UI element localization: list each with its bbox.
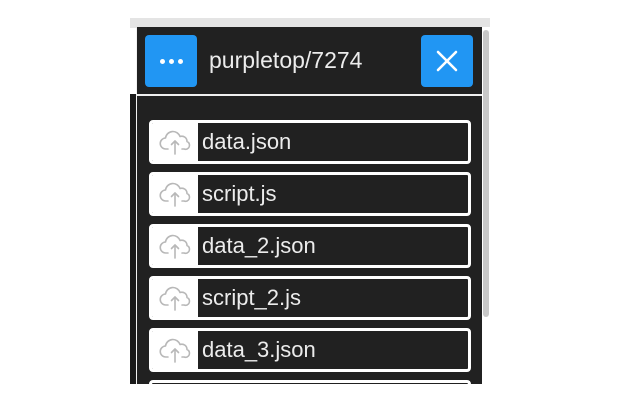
file-upload-button[interactable] — [152, 279, 198, 317]
cloud-upload-icon — [159, 286, 191, 311]
cloud-upload-icon — [159, 234, 191, 259]
file-list: data.json script.js data_2.json script_2.js… — [149, 120, 471, 384]
file-name: script_2.js — [202, 285, 302, 310]
panel-header: purpletop/7274 — [137, 27, 482, 95]
file-item[interactable]: data_3.json — [149, 328, 471, 372]
file-item[interactable]: script.js — [149, 172, 471, 216]
close-button[interactable] — [421, 35, 473, 87]
more-horizontal-icon — [159, 58, 183, 64]
cloud-upload-icon — [159, 130, 191, 155]
screenshot-stage: purpletop/7274 data.json script.js data_2.… — [0, 0, 640, 400]
background-page-dark-edge — [130, 94, 136, 384]
file-upload-button[interactable] — [152, 175, 198, 213]
file-name: script.js — [202, 181, 277, 206]
background-page-edge — [130, 28, 136, 94]
header-divider — [137, 94, 482, 96]
close-icon — [436, 50, 458, 72]
file-upload-button[interactable] — [152, 123, 198, 161]
file-name: data_3.json — [202, 337, 316, 362]
cloud-upload-icon — [159, 338, 191, 363]
panel-title: purpletop/7274 — [209, 47, 363, 73]
file-name: data.json — [202, 129, 292, 154]
file-item[interactable]: data_2.json — [149, 224, 471, 268]
scrollbar-thumb[interactable] — [483, 30, 489, 317]
file-item[interactable]: script_2.js — [149, 276, 471, 320]
file-panel: purpletop/7274 data.json script.js data_2.… — [137, 27, 482, 384]
cloud-upload-icon — [159, 182, 191, 207]
file-upload-button[interactable] — [152, 331, 198, 369]
menu-button[interactable] — [145, 35, 197, 87]
file-item-partial[interactable] — [149, 380, 471, 384]
file-name: data_2.json — [202, 233, 316, 258]
file-item[interactable]: data.json — [149, 120, 471, 164]
file-upload-button[interactable] — [152, 227, 198, 265]
